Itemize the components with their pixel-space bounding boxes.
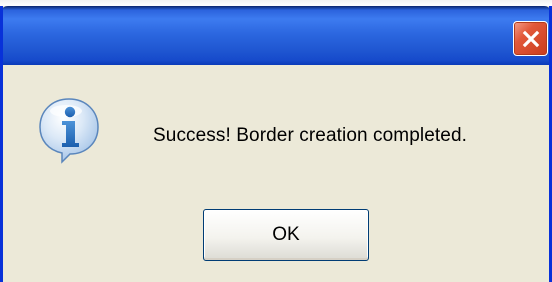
information-icon [39,98,99,164]
close-icon [522,30,539,47]
message-dialog: Success! Border creation completed. OK [0,6,552,282]
title-bar[interactable] [3,6,549,65]
message-text: Success! Border creation completed. [153,125,467,146]
close-button[interactable] [513,21,548,56]
ok-button[interactable]: OK [203,209,369,261]
